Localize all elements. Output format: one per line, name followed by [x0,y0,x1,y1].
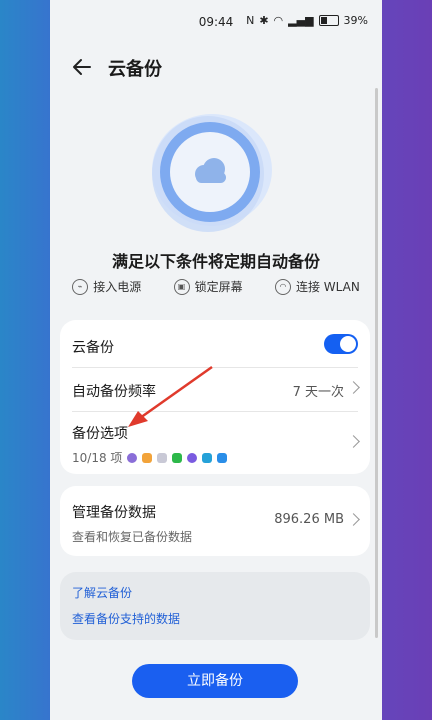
page-title: 云备份 [108,59,162,80]
condition-label: 连接 WLAN [295,280,360,294]
wifi-icon: ◠ [273,14,284,27]
cloud-backup-label: 云备份 [72,340,114,356]
conditions-title: 满足以下条件将定期自动备份 [111,252,320,271]
cloud-backup-row: 云备份 [72,334,358,357]
info-card: 了解云备份 查看备份支持的数据 [60,572,370,640]
frequency-label: 自动备份频率 [72,384,156,400]
chevron-right-icon [347,381,360,394]
condition-power: ⌁ 接入电源 [72,278,141,295]
backup-options-label: 备份选项 [72,426,128,442]
chevron-right-icon [347,435,360,448]
scrollbar[interactable] [375,88,378,638]
bluetooth-icon: ✱ [259,14,269,27]
back-arrow-icon[interactable] [70,54,96,80]
music-app-icon [187,452,198,463]
conditions-list: ⌁ 接入电源 ▣ 锁定屏幕 ◠ 连接 WLAN [50,278,382,295]
backup-settings-card: 云备份 自动备份频率 7 天一次 备份选项 10/18 项 [60,320,370,474]
signal-icon: ▂▄▆ [288,14,314,27]
backup-size: 896.26 MB [274,512,344,527]
settings-app-icon [157,452,168,463]
condition-label: 锁定屏幕 [194,280,243,294]
vault-app-icon [202,452,213,463]
manage-backup-label: 管理备份数据 [72,505,156,521]
supported-data-link[interactable]: 查看备份支持的数据 [72,610,180,627]
lock-icon: ▣ [173,278,190,295]
backup-now-button[interactable]: 立即备份 [132,664,298,698]
status-bar: 09:44 N ✱ ◠ ▂▄▆ 39% [50,0,382,44]
plug-icon: ⌁ [72,278,89,295]
backup-options-row[interactable]: 备份选项 10/18 项 [72,423,360,466]
gallery-app-icon [127,452,138,463]
status-icons: N ✱ ◠ ▂▄▆ 39% [246,14,368,27]
phone-app-icon [172,452,183,463]
phone-screen: 09:44 N ✱ ◠ ▂▄▆ 39% 云备份 满足以下条件将定期自动备份 ⌁ [50,0,382,720]
condition-label: 接入电源 [93,280,142,294]
condition-lock: ▣ 锁定屏幕 [173,278,243,295]
nfc-icon: N [246,14,255,27]
app-header: 云备份 [50,44,382,88]
battery-percent: 39% [343,14,368,27]
cloud-backup-toggle[interactable] [324,334,358,354]
learn-cloud-backup-link[interactable]: 了解云备份 [72,584,132,601]
frequency-row[interactable]: 自动备份频率 7 天一次 [72,381,360,401]
manage-backup-subtitle: 查看和恢复已备份数据 [72,530,193,544]
backup-options-summary: 10/18 项 [72,449,358,466]
manage-backup-card[interactable]: 管理备份数据 896.26 MB 查看和恢复已备份数据 [60,486,370,556]
battery-icon [318,15,339,26]
notes-app-icon [142,452,153,463]
chevron-right-icon [347,513,360,526]
cloud-backup-illustration [152,114,272,232]
frequency-value: 7 天一次 [292,385,344,400]
wifi-icon: ◠ [274,278,291,295]
condition-wlan: ◠ 连接 WLAN [274,278,360,295]
manage-backup-row: 管理备份数据 896.26 MB 查看和恢复已备份数据 [72,502,360,545]
contacts-app-icon [217,452,228,463]
divider [72,411,358,412]
divider [72,367,358,368]
backup-options-count: 10/18 项 [72,451,123,465]
